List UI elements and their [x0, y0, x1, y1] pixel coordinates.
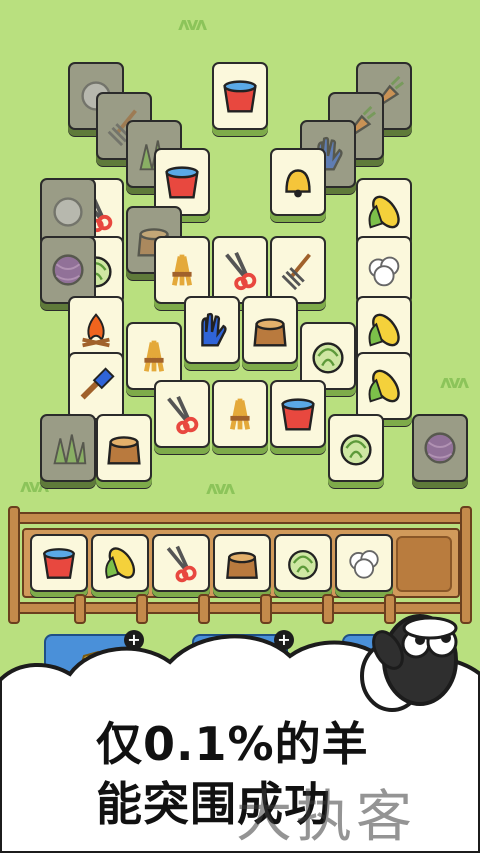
glove-icon — [201, 312, 227, 347]
board-tile[interactable] — [212, 62, 268, 130]
bucket-icon — [223, 80, 257, 113]
board-tile[interactable] — [212, 236, 268, 304]
board-tile[interactable] — [270, 380, 326, 448]
board-tile[interactable] — [270, 236, 326, 304]
sheep-icon — [360, 614, 458, 712]
tray-tile — [274, 534, 332, 592]
cabbage-icon — [312, 342, 344, 374]
board-tile[interactable] — [184, 296, 240, 364]
board-tile[interactable] — [212, 380, 268, 448]
tray-tile — [30, 534, 88, 592]
bucket-icon — [165, 166, 199, 199]
cabbage-icon — [340, 434, 372, 466]
stump-icon — [107, 436, 141, 465]
shears-icon — [166, 545, 197, 583]
tray-tile — [152, 534, 210, 592]
stump-icon — [226, 551, 258, 579]
board-tile[interactable] — [356, 352, 412, 420]
board-tile[interactable] — [270, 148, 326, 216]
tray-empty-slot — [396, 536, 452, 592]
board-tile[interactable] — [356, 236, 412, 304]
corn-icon — [368, 195, 400, 229]
board-tile — [40, 236, 96, 304]
tray-tile — [213, 534, 271, 592]
board-tile[interactable] — [68, 352, 124, 420]
grass-tuft-icon — [53, 434, 87, 465]
board-tile[interactable] — [328, 414, 384, 482]
tray-tile — [335, 534, 393, 592]
board-tile[interactable] — [154, 380, 210, 448]
fence-rail — [8, 512, 472, 524]
yarn-icon — [52, 254, 84, 286]
rock-icon — [53, 197, 83, 227]
pitchfork-icon — [281, 253, 311, 291]
tile-board — [0, 0, 480, 500]
corn-icon — [105, 547, 136, 579]
campfire-icon — [82, 313, 110, 348]
tray-tile — [91, 534, 149, 592]
wheat-icon — [229, 398, 251, 430]
board-tile — [412, 414, 468, 482]
board-tile[interactable] — [242, 296, 298, 364]
board-tile[interactable] — [96, 414, 152, 482]
board-tile — [40, 414, 96, 482]
shears-icon — [167, 395, 199, 435]
cotton-icon — [368, 256, 400, 287]
corn-icon — [368, 313, 400, 347]
bucket-icon — [42, 548, 76, 579]
wheat-icon — [171, 254, 193, 286]
stump-icon — [253, 318, 287, 347]
brush-icon — [80, 367, 115, 400]
cotton-icon — [349, 550, 379, 579]
watermark: 大执客 — [236, 785, 416, 850]
headline-line-1: 仅0.1%的羊 — [96, 717, 369, 771]
corn-icon — [368, 369, 400, 403]
shears-icon — [225, 251, 257, 291]
board-tile[interactable] — [154, 236, 210, 304]
wheat-icon — [143, 340, 165, 372]
bucket-icon — [281, 398, 315, 431]
cabbage-icon — [288, 549, 318, 580]
yarn-icon — [424, 432, 456, 464]
tray-slots — [22, 528, 460, 598]
bell-icon — [285, 169, 311, 198]
